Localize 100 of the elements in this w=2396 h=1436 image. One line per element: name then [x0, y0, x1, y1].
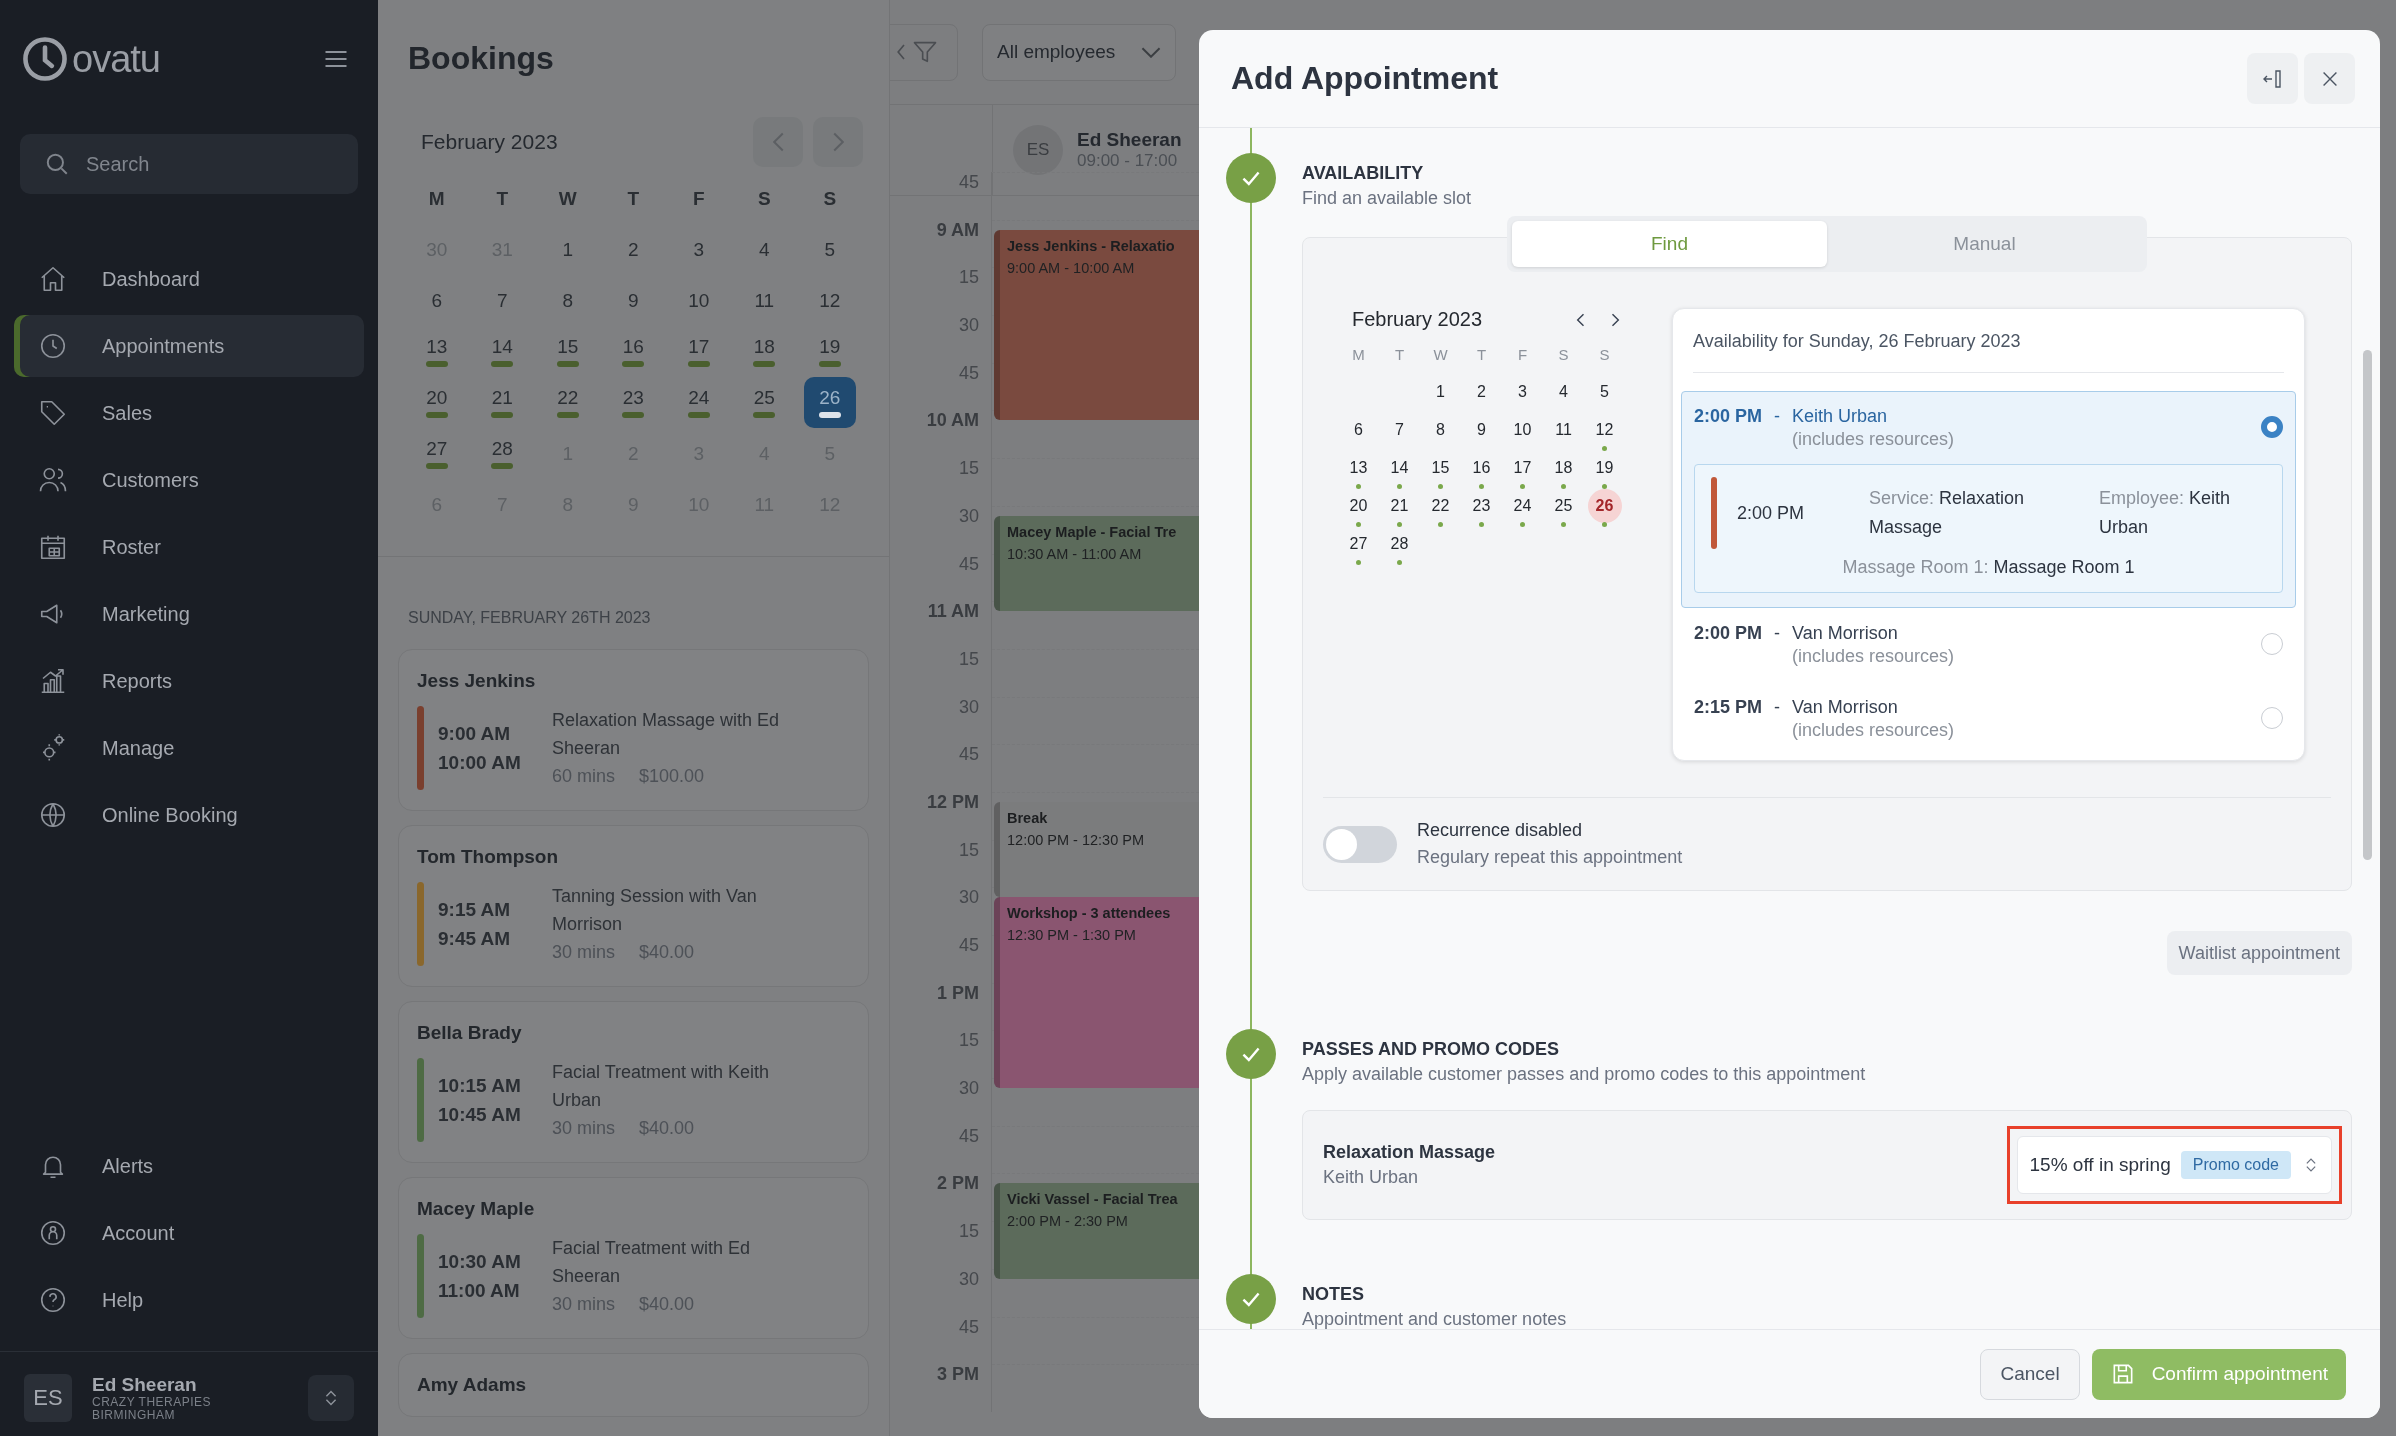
nav-item[interactable]: Manage — [14, 717, 364, 779]
mode-tab[interactable]: Find — [1512, 221, 1827, 267]
calendar-day[interactable]: 11 — [1546, 413, 1581, 447]
calendar-day[interactable]: 1 — [542, 224, 594, 275]
calendar-day[interactable]: 9 — [607, 275, 659, 326]
calendar-day[interactable]: 15 — [1423, 451, 1458, 485]
mode-tab[interactable]: Manual — [1827, 221, 2142, 267]
calendar-day[interactable]: 8 — [1423, 413, 1458, 447]
nav-item[interactable]: Account — [14, 1202, 364, 1264]
search-field[interactable]: Search — [20, 134, 358, 194]
nav-item[interactable]: Reports — [14, 650, 364, 712]
calendar-day[interactable]: 22 — [542, 377, 594, 428]
nav-item[interactable]: Appointments — [14, 315, 364, 377]
calendar-day[interactable]: 1 — [1423, 375, 1458, 409]
previous-month-button[interactable] — [753, 117, 803, 167]
time-slot[interactable]: 2:15 PM - Van Morrison (includes resources) — [1681, 682, 2296, 756]
time-slot[interactable]: 2:00 PM - Van Morrison (includes resources) — [1681, 608, 2296, 682]
employee-dropdown[interactable]: All employees — [982, 23, 1176, 81]
calendar-day[interactable]: 21 — [476, 377, 528, 428]
calendar-day[interactable]: 10 — [1505, 413, 1540, 447]
calendar-day[interactable]: 26 — [804, 377, 856, 428]
next-month-button[interactable] — [813, 117, 863, 167]
recurrence-toggle[interactable] — [1323, 825, 1397, 863]
calendar-event[interactable]: Jess Jenkins - Relaxatio 9:00 AM - 10:00 AM — [994, 229, 1199, 421]
weekday-label: T — [495, 186, 510, 211]
calendar-day[interactable]: 17 — [673, 326, 725, 377]
calendar-day[interactable]: 19 — [1587, 451, 1622, 485]
nav-item[interactable]: Sales — [14, 382, 364, 444]
time-label: 30 — [890, 505, 992, 554]
calendar-day[interactable]: 3 — [673, 224, 725, 275]
nav-item[interactable]: Help — [14, 1269, 364, 1331]
calendar-day[interactable]: 5 — [1587, 375, 1622, 409]
account-switch-button[interactable] — [308, 1375, 354, 1421]
waitlist-button[interactable]: Waitlist appointment — [2166, 931, 2352, 975]
calendar-day[interactable]: 28 — [1382, 527, 1417, 561]
promo-select[interactable]: 15% off in spring Promo code — [2016, 1136, 2332, 1194]
calendar-day[interactable]: 12 — [804, 275, 856, 326]
filter-button[interactable] — [890, 23, 958, 81]
calendar-day[interactable]: 18 — [738, 326, 790, 377]
calendar-day[interactable]: 12 — [1587, 413, 1622, 447]
calendar-day[interactable]: 15 — [542, 326, 594, 377]
calendar-day[interactable]: 21 — [1382, 489, 1417, 523]
calendar-day[interactable]: 10 — [673, 275, 725, 326]
time-slot[interactable]: 2:00 PM - Keith Urban (includes resources) 2:00 PM Service: Relaxation Massage Employee: Keith Urban Massage Room 1: Massage Room 1 — [1681, 391, 2296, 608]
calendar-day[interactable]: 5 — [804, 224, 856, 275]
cancel-button[interactable]: Cancel — [1980, 1348, 2080, 1400]
calendar-day[interactable]: 13 — [1341, 451, 1376, 485]
calendar-day[interactable]: 25 — [1546, 489, 1581, 523]
nav-item[interactable]: Roster — [14, 516, 364, 578]
calendar-day[interactable]: 4 — [1546, 375, 1581, 409]
calendar-day[interactable]: 27 — [1341, 527, 1376, 561]
calendar-day[interactable]: 6 — [411, 275, 463, 326]
calendar-day[interactable]: 3 — [1505, 375, 1540, 409]
calendar-day[interactable]: 28 — [476, 428, 528, 479]
confirm-button[interactable]: Confirm appointment — [2091, 1348, 2346, 1400]
calendar-day[interactable]: 27 — [411, 428, 463, 479]
calendar-day[interactable]: 14 — [476, 326, 528, 377]
calendar-day[interactable]: 2 — [607, 224, 659, 275]
calendar-day[interactable]: 11 — [738, 275, 790, 326]
nav-item[interactable]: Customers — [14, 449, 364, 511]
calendar-day[interactable]: 17 — [1505, 451, 1540, 485]
calendar-day[interactable]: 19 — [804, 326, 856, 377]
nav-item[interactable]: Online Booking — [14, 784, 364, 846]
calendar-day[interactable]: 7 — [1382, 413, 1417, 447]
user-name: Ed Sheeran — [92, 1374, 198, 1396]
radio-button[interactable] — [2261, 707, 2283, 729]
calendar-event[interactable]: Macey Maple - Facial Tre 10:30 AM - 11:00 AM — [994, 515, 1199, 612]
calendar-day[interactable]: 16 — [607, 326, 659, 377]
calendar-day[interactable]: 24 — [1505, 489, 1540, 523]
close-button[interactable] — [2304, 53, 2355, 104]
event-time: 2:00 PM - 2:30 PM — [1007, 1213, 1129, 1230]
calendar-day[interactable]: 6 — [1341, 413, 1376, 447]
calendar-day[interactable]: 14 — [1382, 451, 1417, 485]
calendar-day[interactable]: 20 — [411, 377, 463, 428]
calendar-event[interactable]: Workshop - 3 attendees 12:30 PM - 1:30 PM — [994, 897, 1199, 1089]
radio-button[interactable] — [2261, 416, 2283, 438]
calendar-day[interactable]: 13 — [411, 326, 463, 377]
event-title: Workshop - 3 attendees — [1007, 905, 1172, 922]
calendar-day[interactable]: 7 — [476, 275, 528, 326]
calendar-day[interactable]: 24 — [673, 377, 725, 428]
calendar-day[interactable]: 23 — [607, 377, 659, 428]
calendar-day[interactable]: 4 — [738, 224, 790, 275]
collapse-button[interactable] — [2247, 53, 2298, 104]
radio-button[interactable] — [2261, 633, 2283, 655]
calendar-day[interactable]: 2 — [1464, 375, 1499, 409]
calendar-event[interactable]: Vicki Vassel - Facial Trea 2:00 PM - 2:30 PM — [994, 1183, 1199, 1279]
customer-name: Bella Brady — [417, 1022, 523, 1044]
calendar-day[interactable]: 25 — [738, 377, 790, 428]
calendar-day[interactable]: 9 — [1464, 413, 1499, 447]
calendar-day[interactable]: 18 — [1546, 451, 1581, 485]
nav-item[interactable]: Marketing — [14, 583, 364, 645]
chevron-right-icon — [832, 132, 844, 152]
calendar-day[interactable]: 8 — [542, 275, 594, 326]
calendar-day[interactable]: 22 — [1423, 489, 1458, 523]
calendar-day[interactable]: 16 — [1464, 451, 1499, 485]
calendar-day[interactable]: 20 — [1341, 489, 1376, 523]
nav-item[interactable]: Alerts — [14, 1135, 364, 1197]
booking-card[interactable]: Amy Adams — [398, 1353, 869, 1417]
calendar-day[interactable]: 23 — [1464, 489, 1499, 523]
nav-item[interactable]: Dashboard — [14, 248, 364, 310]
